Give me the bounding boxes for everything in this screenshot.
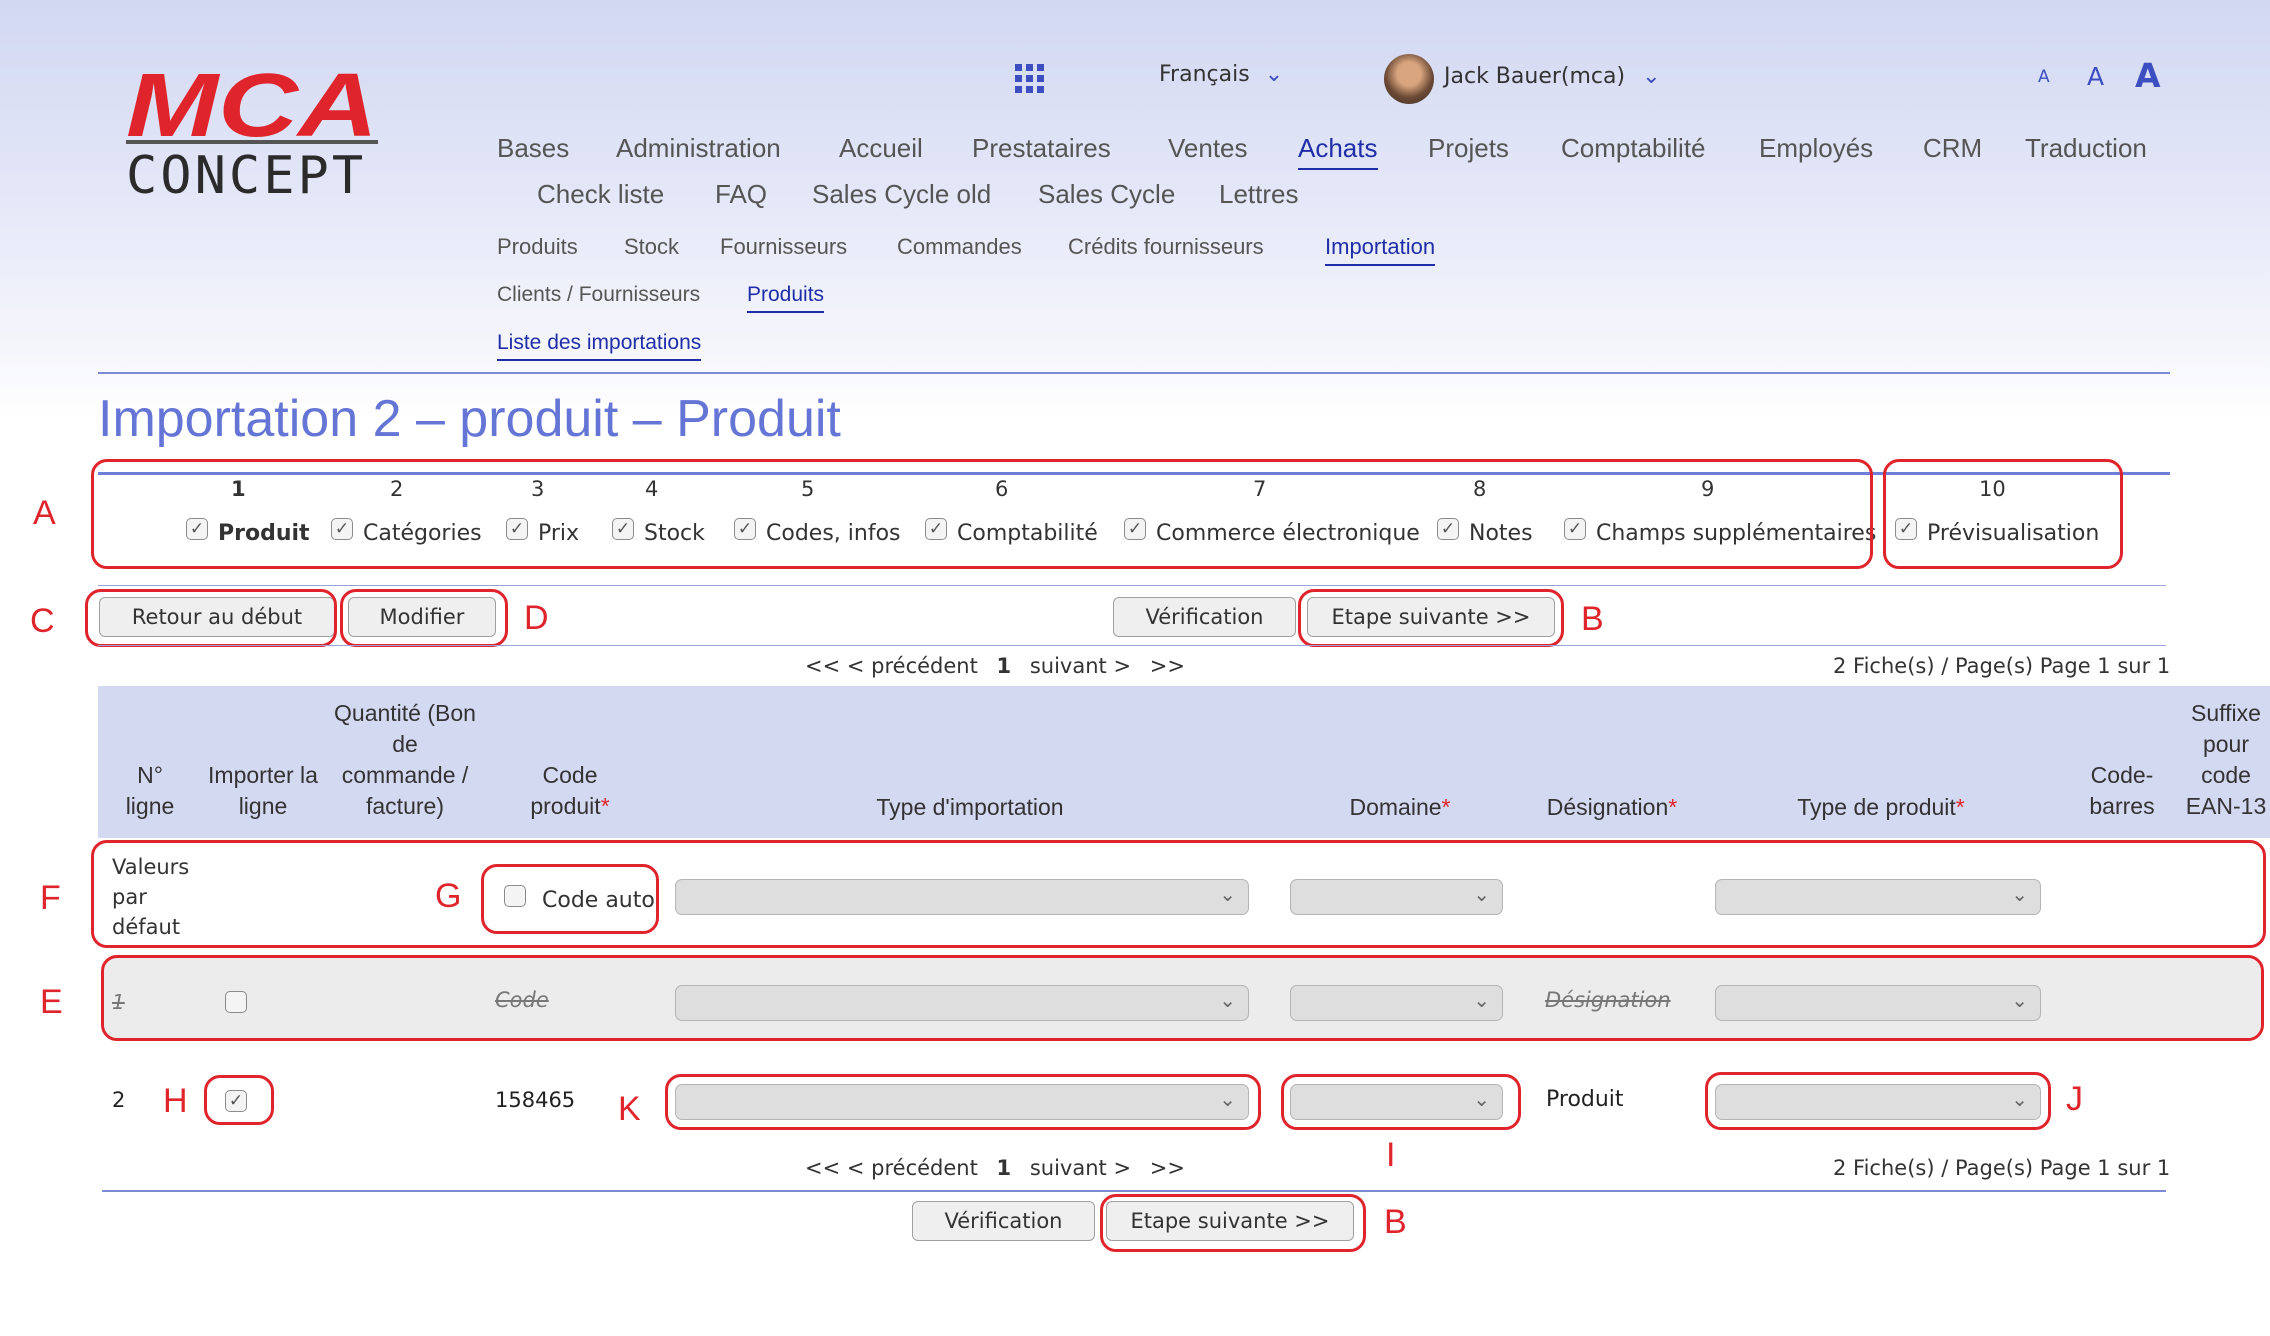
nav-crm[interactable]: CRM xyxy=(1923,133,1982,164)
annotation-box-modify xyxy=(340,589,508,647)
col-header-code: Code produit* xyxy=(530,762,610,819)
nav-check-liste[interactable]: Check liste xyxy=(537,179,664,210)
annotation-letter-f: F xyxy=(40,879,61,917)
pager-first-link[interactable]: << xyxy=(805,654,840,678)
annotation-box-product-type xyxy=(1705,1072,2051,1130)
bottom-divider xyxy=(102,1190,2166,1192)
subnav-fournisseurs[interactable]: Fournisseurs xyxy=(720,234,847,260)
subnav-credits-fournisseurs[interactable]: Crédits fournisseurs xyxy=(1068,234,1264,260)
subnav-importation[interactable]: Importation xyxy=(1325,234,1436,266)
annotation-letter-a: A xyxy=(33,494,56,532)
language-label: Français xyxy=(1159,62,1250,87)
nav-achats[interactable]: Achats xyxy=(1298,133,1378,170)
row-number: 2 xyxy=(112,1088,126,1112)
user-name: Jack Bauer xyxy=(1444,64,1561,89)
col-header-quantity: Quantité (Bon de commande / facture) xyxy=(334,700,476,819)
user-menu[interactable]: Jack Bauer(mca) ⌄ xyxy=(1444,64,1661,89)
annotation-letter-e: E xyxy=(40,983,63,1021)
annotation-letter-h: H xyxy=(163,1082,188,1120)
annotation-box-preview-step xyxy=(1883,459,2123,569)
page-title: Importation 2 – produit – Produit xyxy=(98,390,841,448)
font-size-small-button[interactable]: A xyxy=(2038,67,2050,87)
nav-ventes[interactable]: Ventes xyxy=(1168,133,1248,164)
subnav-commandes[interactable]: Commandes xyxy=(897,234,1022,260)
logo-bottom-text: CONCEPT xyxy=(126,146,367,206)
language-selector[interactable]: Français ⌄ xyxy=(1159,62,1283,87)
pager-info-bottom: 2 Fiche(s) / Page(s) Page 1 sur 1 xyxy=(1833,1156,2171,1180)
chevron-down-icon: ⌄ xyxy=(1264,62,1284,87)
annotation-letter-g: G xyxy=(435,877,462,915)
annotation-box-defaults xyxy=(91,840,2266,948)
nav-sales-cycle[interactable]: Sales Cycle xyxy=(1038,179,1175,210)
annotation-letter-c: C xyxy=(30,602,55,640)
header-divider xyxy=(98,372,2170,374)
subnav-stock[interactable]: Stock xyxy=(624,234,679,260)
nav-faq[interactable]: FAQ xyxy=(715,179,767,210)
pager-current-page: 1 xyxy=(996,654,1012,678)
actions-divider xyxy=(98,645,2166,646)
pager-top: << < précédent 1 suivant > >> xyxy=(805,654,1185,678)
pager-prev-link[interactable]: < précédent xyxy=(847,654,978,678)
avatar[interactable] xyxy=(1384,54,1434,104)
annotation-box-domain xyxy=(1281,1074,1521,1130)
verification-button[interactable]: Vérification xyxy=(1113,597,1296,637)
verification-button-bottom[interactable]: Vérification xyxy=(912,1201,1095,1241)
col-header-line-no: N° ligne xyxy=(125,762,175,819)
subnav-produits[interactable]: Produits xyxy=(497,234,578,260)
nav-lettres[interactable]: Lettres xyxy=(1219,179,1299,210)
annotation-letter-j: J xyxy=(2066,1080,2083,1118)
pager-last-link[interactable]: >> xyxy=(1150,654,1185,678)
nav-traduction[interactable]: Traduction xyxy=(2025,133,2147,164)
pager-last-link[interactable]: >> xyxy=(1150,1156,1185,1180)
steps-divider xyxy=(98,585,2166,586)
font-size-large-button[interactable]: A xyxy=(2135,56,2161,95)
nav-projets[interactable]: Projets xyxy=(1428,133,1509,164)
pager-info-top: 2 Fiche(s) / Page(s) Page 1 sur 1 xyxy=(1833,654,2171,678)
pager-bottom: << < précédent 1 suivant > >> xyxy=(805,1156,1185,1180)
nav-employes[interactable]: Employés xyxy=(1759,133,1873,164)
col-header-barcode: Code-barres xyxy=(2089,762,2155,819)
apps-grid-icon[interactable] xyxy=(1015,64,1045,94)
pager-first-link[interactable]: << xyxy=(805,1156,840,1180)
subnav-liste-importations[interactable]: Liste des importations xyxy=(497,331,702,361)
row-code: 158465 xyxy=(495,1088,576,1112)
col-header-product-type: Type de produit* xyxy=(1797,794,1965,820)
col-header-import: Importer la ligne xyxy=(208,762,318,819)
annotation-letter-k: K xyxy=(618,1090,641,1128)
annotation-box-type-import xyxy=(665,1074,1261,1130)
row-designation: Produit xyxy=(1546,1087,1624,1112)
subnav-produits-import[interactable]: Produits xyxy=(747,283,825,313)
col-header-designation: Désignation* xyxy=(1546,794,1678,820)
pager-prev-link[interactable]: < précédent xyxy=(847,1156,978,1180)
annotation-box-back xyxy=(85,589,337,647)
annotation-letter-d: D xyxy=(524,599,549,637)
annotation-letter-i: I xyxy=(1386,1136,1396,1174)
nav-administration[interactable]: Administration xyxy=(616,133,781,164)
annotation-box-next-bottom xyxy=(1100,1194,1366,1252)
col-header-domain: Domaine* xyxy=(1349,794,1451,820)
annotation-letter-b-bottom: B xyxy=(1384,1203,1407,1241)
nav-prestataires[interactable]: Prestataires xyxy=(972,133,1111,164)
pager-next-link[interactable]: suivant > xyxy=(1030,1156,1131,1180)
chevron-down-icon: ⌄ xyxy=(1642,64,1661,89)
annotation-box-import-checkbox xyxy=(204,1075,274,1125)
nav-comptabilite[interactable]: Comptabilité xyxy=(1561,133,1706,164)
nav-sales-cycle-old[interactable]: Sales Cycle old xyxy=(812,179,991,210)
nav-bases[interactable]: Bases xyxy=(497,133,569,164)
font-size-medium-button[interactable]: A xyxy=(2087,62,2104,91)
annotation-box-steps xyxy=(91,459,1873,569)
annotation-letter-b-top: B xyxy=(1581,600,1604,638)
logo[interactable]: MCA CONCEPT xyxy=(126,56,382,206)
pager-next-link[interactable]: suivant > xyxy=(1030,654,1131,678)
col-header-type-import: Type d'importation xyxy=(876,794,1064,820)
annotation-box-code-auto xyxy=(481,864,659,934)
pager-current-page: 1 xyxy=(996,1156,1012,1180)
annotation-box-excluded-row xyxy=(101,955,2264,1041)
nav-accueil[interactable]: Accueil xyxy=(839,133,923,164)
user-login: (mca) xyxy=(1560,64,1626,89)
subnav-clients-fournisseurs[interactable]: Clients / Fournisseurs xyxy=(497,283,700,307)
col-header-suffix: Suffixe pour code EAN-13 xyxy=(2185,700,2267,819)
annotation-box-next-top xyxy=(1298,589,1564,647)
